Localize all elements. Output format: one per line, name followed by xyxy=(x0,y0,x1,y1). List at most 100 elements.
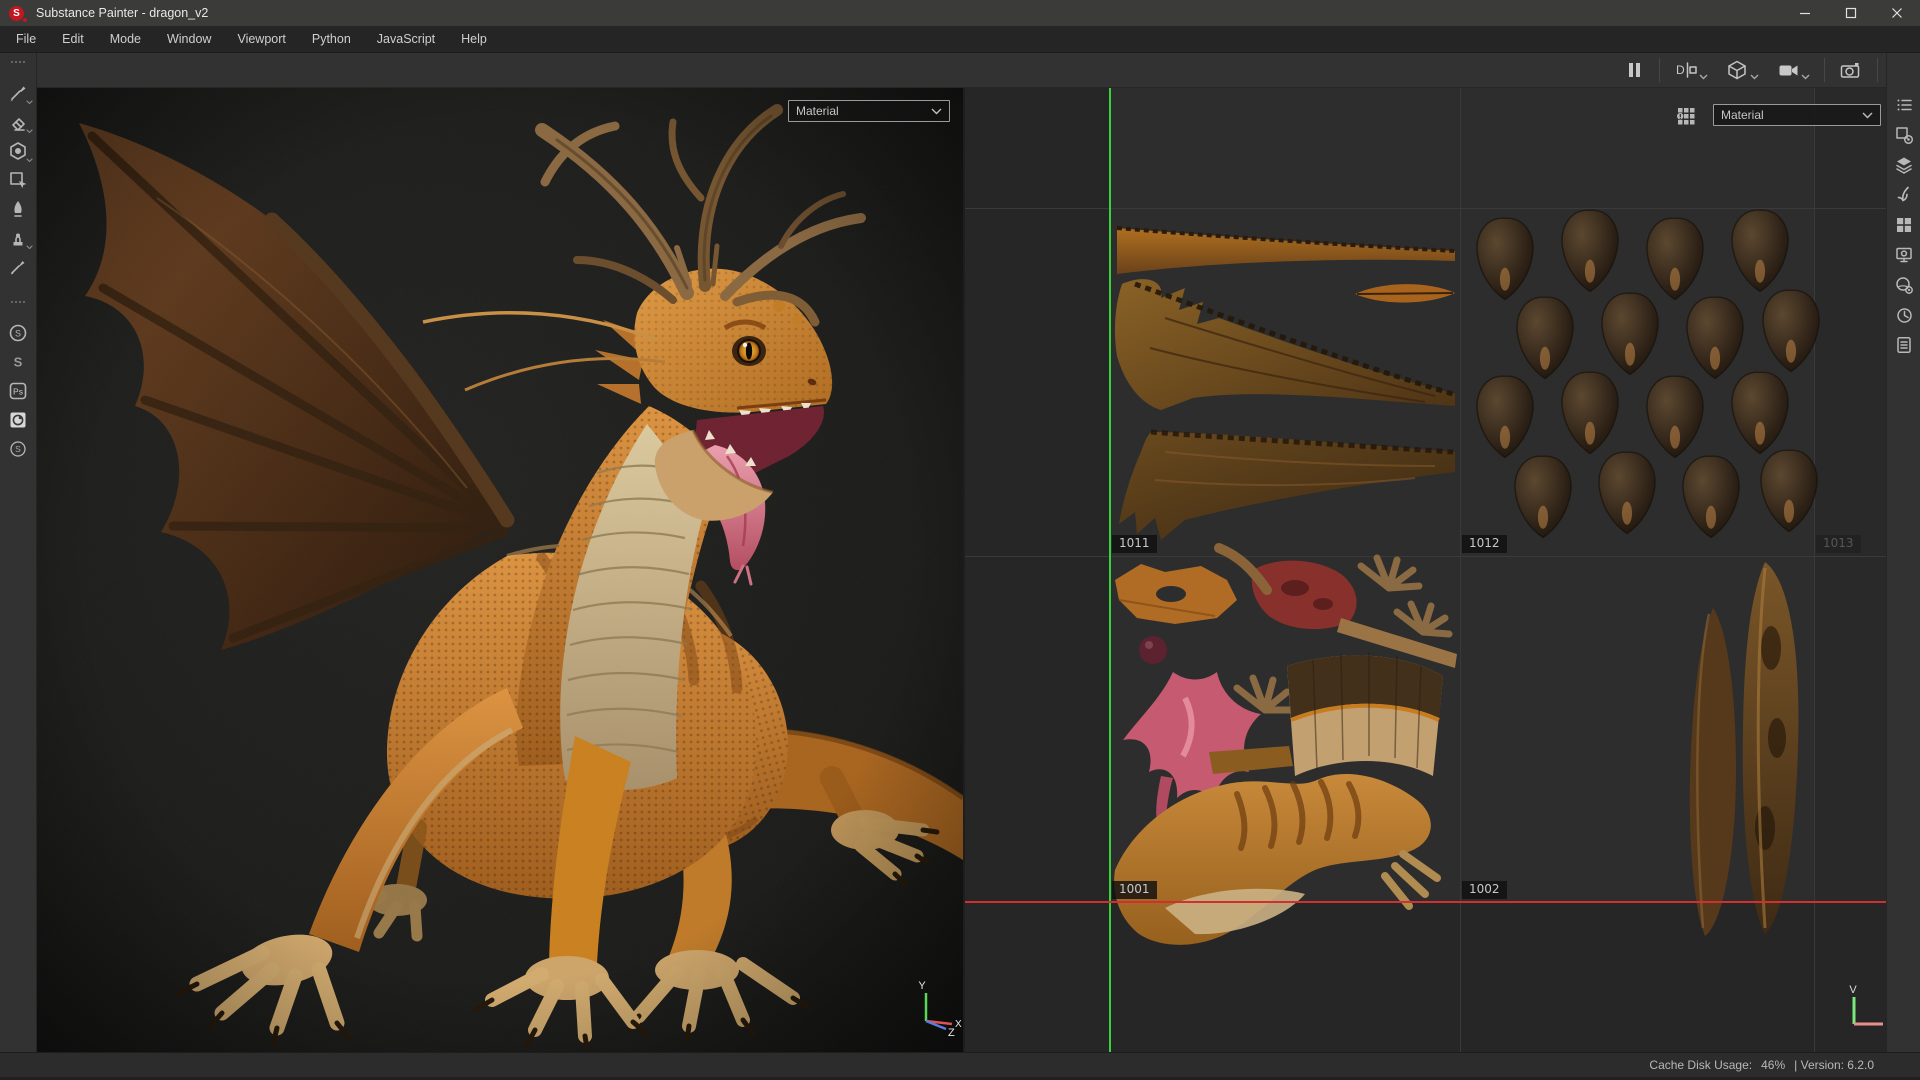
minimize-button[interactable] xyxy=(1782,0,1828,26)
toolbar-separator xyxy=(1824,58,1825,82)
uv-view-mode-value: Material xyxy=(1721,108,1764,122)
svg-text:S: S xyxy=(15,444,21,454)
window-title: Substance Painter - dragon_v2 xyxy=(36,6,208,20)
layers-icon xyxy=(1894,155,1914,175)
menu-viewport[interactable]: Viewport xyxy=(224,26,298,52)
chevron-down-icon xyxy=(26,129,33,134)
tool-smudge[interactable] xyxy=(3,194,33,223)
dynamic-resolution-icon: D xyxy=(1674,59,1698,81)
smudge-icon xyxy=(8,199,28,219)
brush-stroke-icon xyxy=(1894,185,1914,205)
chevron-down-icon xyxy=(1801,74,1810,80)
dynamic-resolution-button[interactable]: D xyxy=(1670,57,1712,83)
dock-drag-handle[interactable] xyxy=(10,60,26,64)
menu-help[interactable]: Help xyxy=(448,26,500,52)
shader-settings-icon xyxy=(1894,275,1914,295)
top-toolbar: D xyxy=(37,53,1920,88)
panel-display-settings[interactable] xyxy=(1891,243,1917,267)
udim-tile-label: 1001 xyxy=(1112,881,1157,899)
panel-texture-set-settings[interactable] xyxy=(1891,123,1917,147)
uv-tile-1002-islands xyxy=(1690,562,1799,936)
cache-disk-usage-value: 46% xyxy=(1761,1058,1785,1072)
tool-clone[interactable] xyxy=(3,223,33,252)
pause-icon xyxy=(1623,59,1645,81)
panel-log[interactable] xyxy=(1891,333,1917,357)
plugin-iray-renderer[interactable] xyxy=(3,405,33,434)
grid-icon xyxy=(1894,215,1914,235)
menu-python[interactable]: Python xyxy=(299,26,364,52)
panel-shader-settings[interactable] xyxy=(1891,273,1917,297)
projection-mode-button[interactable] xyxy=(1722,57,1763,83)
axis-gizmo-3d: Y X Z xyxy=(911,976,963,1040)
shading-mode-dropdown[interactable]: Material xyxy=(788,100,950,122)
camera-button[interactable] xyxy=(1773,57,1814,83)
history-clock-icon xyxy=(1894,305,1914,325)
plugin-resources-updater[interactable]: S xyxy=(3,318,33,347)
tool-polygon-fill[interactable] xyxy=(3,165,33,194)
pause-engine-button[interactable] xyxy=(1619,57,1649,83)
log-icon xyxy=(1894,335,1914,355)
paint-brush-icon xyxy=(8,83,28,103)
eraser-icon xyxy=(8,112,28,132)
left-tool-dock: S S Ps S xyxy=(0,53,37,1052)
app-logo: S xyxy=(9,6,24,21)
svg-text:V: V xyxy=(1849,984,1857,996)
panel-properties[interactable] xyxy=(1891,183,1917,207)
svg-text:X: X xyxy=(955,1019,962,1030)
close-icon xyxy=(1891,7,1903,19)
photo-camera-icon xyxy=(1839,59,1863,81)
panel-texture-set-list[interactable] xyxy=(1891,93,1917,117)
screenshot-button[interactable] xyxy=(1835,57,1867,83)
display-settings-icon xyxy=(1894,245,1914,265)
menu-window[interactable]: Window xyxy=(154,26,224,52)
uv-view-mode-dropdown[interactable]: Material xyxy=(1713,104,1881,126)
toolbar-separator xyxy=(1659,58,1660,82)
maximize-icon xyxy=(1845,7,1857,19)
cache-disk-usage-label: Cache Disk Usage: xyxy=(1649,1058,1752,1072)
titlebar: S Substance Painter - dragon_v2 xyxy=(0,0,1920,26)
viewport-3d[interactable]: Material Y X Z xyxy=(37,88,963,1052)
svg-text:S: S xyxy=(15,328,21,338)
udim-tile-label: 1011 xyxy=(1112,535,1157,553)
uv-tile-1012-islands xyxy=(1477,210,1819,537)
uv-tile-1011-islands xyxy=(1115,228,1455,540)
menu-file[interactable]: File xyxy=(3,26,49,52)
menu-mode[interactable]: Mode xyxy=(97,26,154,52)
clone-stamp-icon xyxy=(8,228,28,248)
plugin-substance-share[interactable]: S xyxy=(3,434,33,463)
tool-material-picker[interactable] xyxy=(3,252,33,281)
chevron-down-icon xyxy=(1750,74,1759,80)
uv-axis-u-line xyxy=(965,901,1886,903)
chevron-down-icon xyxy=(26,245,33,250)
viewport-2d-uv[interactable]: 1011 1012 1013 1001 1002 Material V U xyxy=(963,88,1886,1052)
toolbar-separator xyxy=(1877,58,1878,82)
status-bar: Cache Disk Usage: 46% | Version: 6.2.0 xyxy=(0,1052,1920,1080)
udim-info-icon[interactable] xyxy=(1677,107,1696,126)
uv-islands xyxy=(965,88,1886,1052)
polygon-fill-icon xyxy=(8,170,28,190)
plugin-photoshop-export[interactable]: Ps xyxy=(3,376,33,405)
chevron-down-icon xyxy=(1699,74,1708,80)
dock-drag-handle[interactable] xyxy=(10,300,26,304)
uv-axis-v-line xyxy=(1109,88,1111,1052)
photoshop-icon: Ps xyxy=(8,381,28,401)
svg-text:D: D xyxy=(1676,63,1685,77)
dragon-model xyxy=(37,88,963,1052)
panel-layers[interactable] xyxy=(1891,153,1917,177)
shading-mode-value: Material xyxy=(796,104,839,118)
panel-shelf[interactable] xyxy=(1891,213,1917,237)
tool-paint[interactable] xyxy=(3,78,33,107)
menubar: File Edit Mode Window Viewport Python Ja… xyxy=(0,26,1920,53)
tool-projection[interactable] xyxy=(3,136,33,165)
panel-history[interactable] xyxy=(1891,303,1917,327)
axis-gizmo-uv: V U xyxy=(1841,980,1886,1032)
menu-edit[interactable]: Edit xyxy=(49,26,97,52)
menu-javascript[interactable]: JavaScript xyxy=(364,26,448,52)
maximize-button[interactable] xyxy=(1828,0,1874,26)
substance-circle-icon: S xyxy=(8,323,28,343)
tool-eraser[interactable] xyxy=(3,107,33,136)
close-button[interactable] xyxy=(1874,0,1920,26)
svg-text:Ps: Ps xyxy=(13,386,23,396)
cube-icon xyxy=(1726,59,1749,81)
plugin-substance-source[interactable]: S xyxy=(3,347,33,376)
